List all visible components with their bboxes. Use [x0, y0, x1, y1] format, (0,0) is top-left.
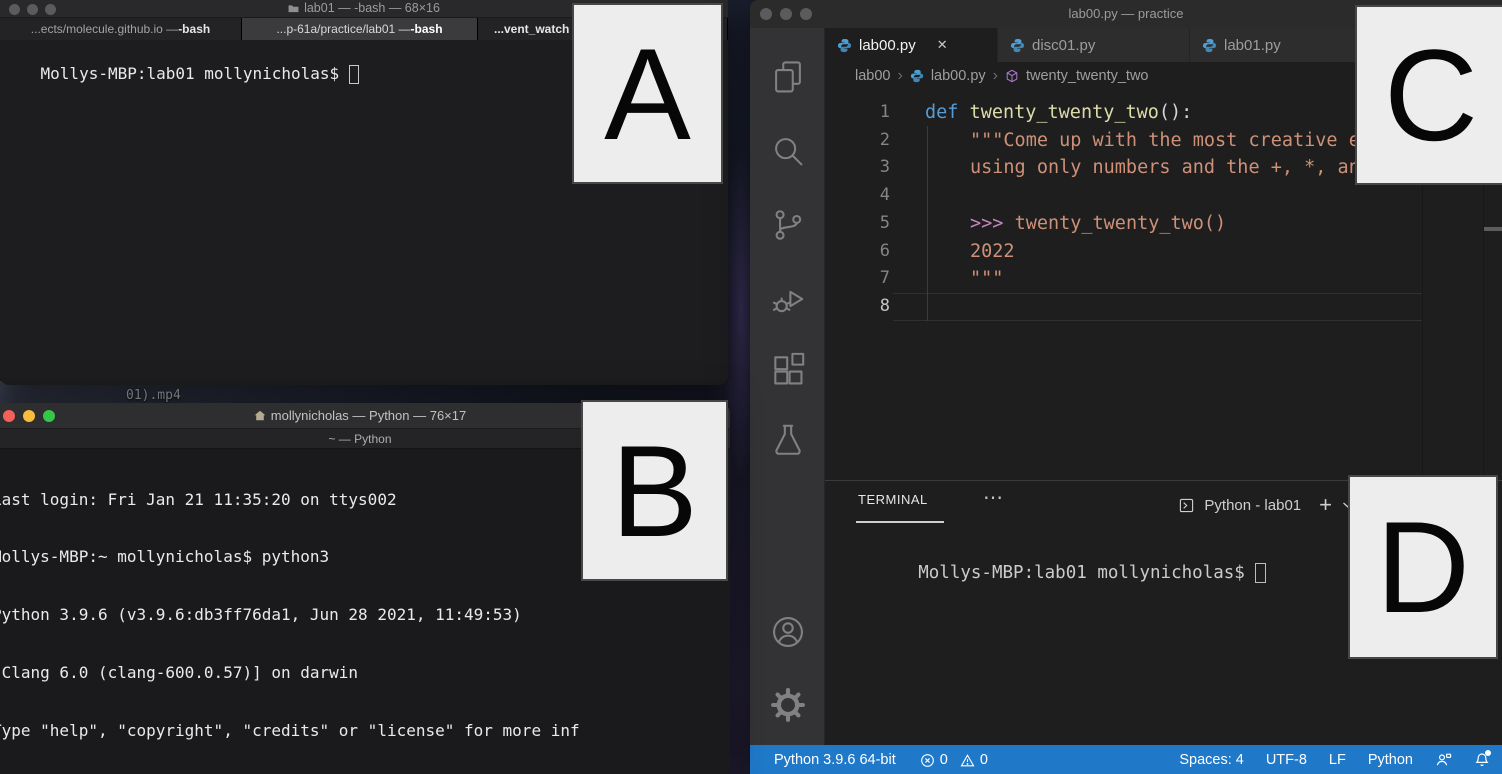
line-number: 6: [850, 238, 890, 266]
line-number: 1: [850, 99, 890, 127]
panel-tab-underline: [856, 521, 944, 523]
eol-status[interactable]: LF: [1329, 752, 1346, 768]
terminal-cursor: [349, 65, 359, 84]
terminal-a-content[interactable]: Mollys-MBP:lab01 mollynicholas$: [2, 45, 359, 103]
overlay-label-c: C: [1355, 5, 1502, 185]
chevron-right-icon: ›: [993, 68, 998, 84]
python-icon: [1202, 38, 1217, 53]
terminal-b-tab-title: ~ — Python: [328, 432, 391, 446]
line-number: 3: [850, 154, 890, 182]
code-line-6: 2022: [925, 238, 1015, 266]
home-icon: [254, 410, 266, 421]
terminal-line: Last login: Fri Jan 21 11:35:20 on ttys0…: [0, 490, 580, 509]
shell-prompt: Mollys-MBP:lab01 mollynicholas$: [918, 563, 1245, 583]
indentation-status[interactable]: Spaces: 4: [1179, 752, 1244, 768]
breadcrumb: lab00 › lab00.py › twenty_twenty_two: [855, 64, 1148, 88]
breadcrumb-symbol[interactable]: twenty_twenty_two: [1026, 68, 1149, 84]
terminal-line: Mollys-MBP:~ mollynicholas$ python3: [0, 547, 580, 566]
new-terminal-button[interactable]: +: [1319, 494, 1332, 516]
status-bar: Python 3.9.6 64-bit 0 0 Spaces: 4 UTF-8 …: [750, 745, 1502, 774]
current-line-border: [893, 320, 1422, 321]
line-number: 5: [850, 210, 890, 238]
overlay-label-d: D: [1348, 475, 1498, 659]
settings-gear-icon[interactable]: [769, 686, 807, 724]
terminal-tab-molecule[interactable]: ...ects/molecule.github.io — -bash: [0, 18, 242, 40]
shell-prompt: Mollys-MBP:lab01 mollynicholas$: [41, 64, 340, 83]
terminal-icon: [1179, 498, 1194, 513]
tab-label: lab00.py: [859, 37, 916, 54]
chevron-right-icon: ›: [897, 68, 902, 84]
encoding-status[interactable]: UTF-8: [1266, 752, 1307, 768]
desktop-file-label[interactable]: 01).mp4: [126, 388, 181, 403]
terminal-line: [Clang 6.0 (clang-600.0.57)] on darwin: [0, 663, 580, 682]
problems-status[interactable]: 0 0: [920, 752, 988, 768]
error-icon: [920, 753, 935, 768]
code-line-7: """: [925, 265, 1003, 293]
line-number: 8: [850, 293, 890, 321]
status-bar-left: Python 3.9.6 64-bit 0 0: [750, 752, 988, 768]
current-line-border: [893, 293, 1422, 294]
account-icon[interactable]: [769, 613, 807, 651]
terminal-session-controls: Python - lab01 +: [1179, 494, 1354, 516]
line-number: 4: [850, 182, 890, 210]
terminal-line: Type "help", "copyright", "credits" or "…: [0, 721, 580, 740]
code-line-5: >>> twenty_twenty_two(): [925, 210, 1226, 238]
tab-lab00[interactable]: lab00.py ✕: [825, 28, 998, 62]
notifications-bell[interactable]: [1474, 752, 1490, 768]
line-number: 2: [850, 127, 890, 155]
python-icon: [837, 38, 852, 53]
language-mode-status[interactable]: Python: [1368, 752, 1413, 768]
status-bar-right: Spaces: 4 UTF-8 LF Python: [1179, 752, 1502, 768]
python-icon: [1010, 38, 1025, 53]
more-actions-icon[interactable]: ⋯: [983, 485, 1003, 510]
warning-icon: [960, 753, 975, 768]
terminal-session-label[interactable]: Python - lab01: [1204, 497, 1301, 514]
symbol-cube-icon: [1005, 69, 1019, 83]
tab-lab01[interactable]: lab01.py: [1190, 28, 1382, 62]
folder-icon: [288, 4, 299, 13]
python-interpreter-status[interactable]: Python 3.9.6 64-bit: [774, 752, 896, 768]
close-tab-icon[interactable]: ✕: [937, 37, 948, 53]
error-count: 0: [940, 752, 948, 768]
notification-badge: [1485, 750, 1491, 756]
terminal-tab-lab01[interactable]: ...p-61a/practice/lab01 — -bash: [242, 18, 478, 40]
terminal-b-content[interactable]: Last login: Fri Jan 21 11:35:20 on ttys0…: [0, 451, 580, 774]
breadcrumb-file[interactable]: lab00.py: [931, 68, 986, 84]
terminal-cursor: [1255, 563, 1266, 583]
tab-label: lab01.py: [1224, 37, 1281, 54]
python-icon: [910, 69, 924, 83]
tab-label: disc01.py: [1032, 37, 1095, 54]
tab-disc01[interactable]: disc01.py: [998, 28, 1190, 62]
feedback-icon[interactable]: [1435, 752, 1452, 768]
code-line-2: """Come up with the most creative e: [925, 127, 1360, 155]
code-line-3: using only numbers and the +, *, an: [925, 154, 1360, 182]
panel-tab-terminal[interactable]: TERMINAL: [858, 492, 928, 507]
vscode-terminal-content[interactable]: Mollys-MBP:lab01 mollynicholas$: [855, 543, 1266, 603]
minimap-slider[interactable]: [1484, 227, 1502, 231]
warning-count: 0: [980, 752, 988, 768]
terminal-line: Python 3.9.6 (v3.9.6:db3ff76da1, Jun 28 …: [0, 605, 580, 624]
line-number: 7: [850, 265, 890, 293]
code-line-1: def twenty_twenty_two():: [925, 99, 1192, 127]
breadcrumb-folder[interactable]: lab00: [855, 68, 890, 84]
overlay-label-b: B: [581, 400, 728, 581]
overlay-label-a: A: [572, 3, 723, 184]
